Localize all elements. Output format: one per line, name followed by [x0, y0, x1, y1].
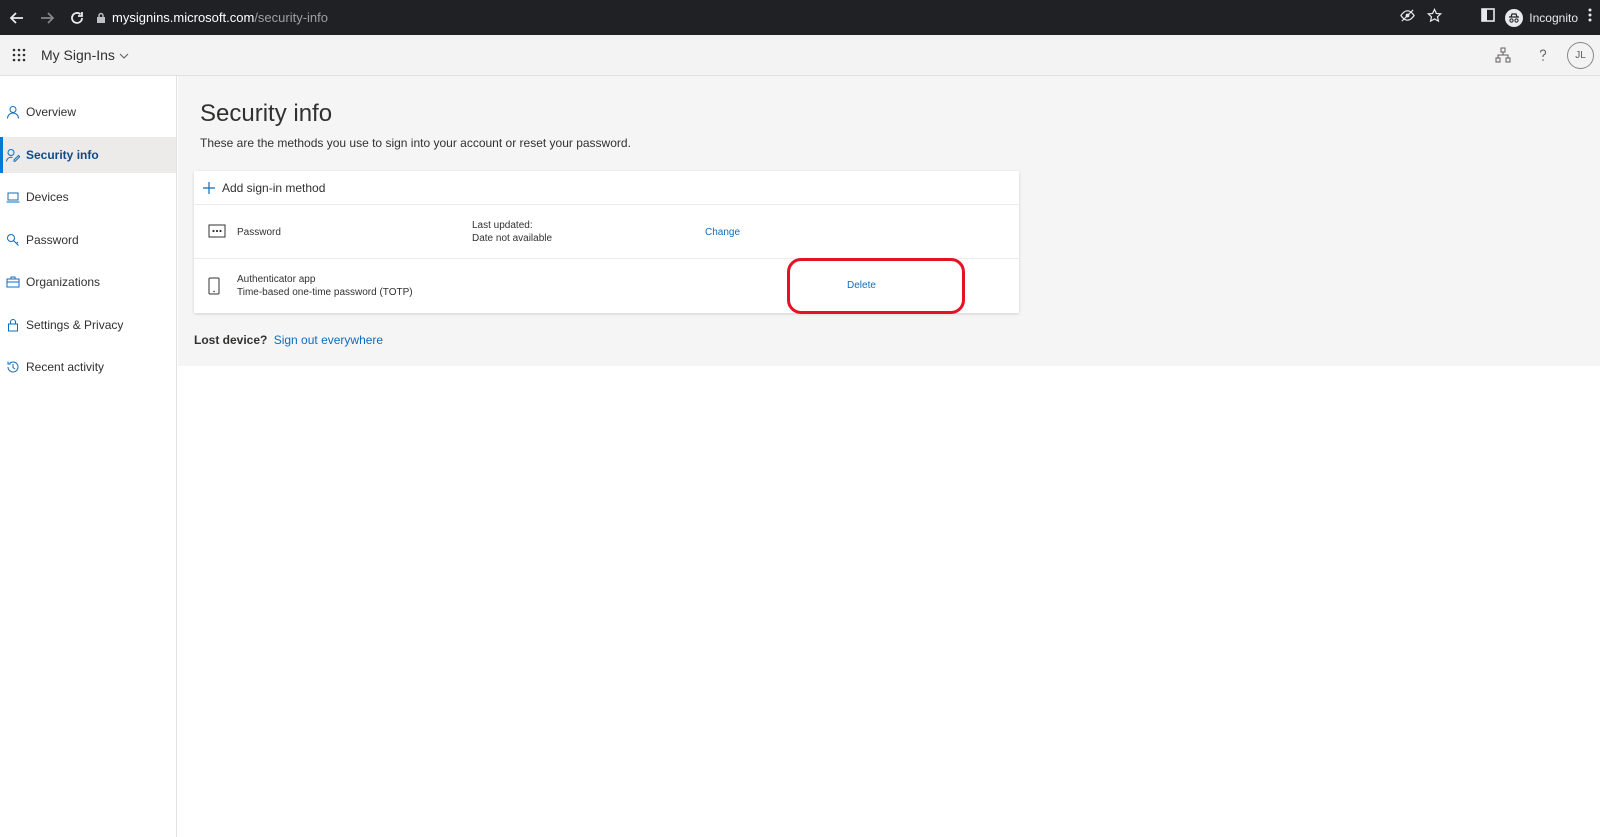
annotation-highlight-circle [787, 258, 965, 314]
sidebar-item-overview[interactable]: Overview [0, 94, 176, 130]
authenticator-detail: Time-based one-time password (TOTP) [237, 287, 413, 298]
reload-button[interactable] [64, 5, 90, 31]
laptop-icon [6, 190, 20, 204]
help-icon[interactable] [1535, 47, 1551, 63]
app-title: My Sign-Ins [41, 47, 115, 63]
sidebar-item-settings-privacy[interactable]: Settings & Privacy [0, 307, 176, 343]
reload-icon [71, 11, 83, 24]
method-row-password: Password Last updated: Date not availabl… [194, 205, 1019, 259]
sign-out-everywhere-link[interactable]: Sign out everywhere [274, 333, 383, 347]
sidebar-item-recent-activity[interactable]: Recent activity [0, 349, 176, 385]
add-sign-in-method-label: Add sign-in method [222, 180, 326, 195]
sidebar-item-label: Security info [26, 147, 99, 162]
arrow-left-icon [9, 11, 23, 24]
sidebar-item-label: Overview [26, 105, 77, 119]
incognito-label: Incognito [1529, 10, 1578, 25]
page-subtitle: These are the methods you use to sign in… [200, 136, 631, 150]
incognito-icon [1505, 8, 1524, 27]
sidebar: Overview Security info Devices Password … [0, 76, 177, 837]
method-name: Password [237, 227, 281, 238]
eye-slash-icon[interactable] [1400, 8, 1415, 28]
app-header: My Sign-Ins JL [0, 35, 1600, 76]
arrow-right-icon [41, 11, 55, 24]
page-title: Security info [200, 100, 333, 127]
password-dots-icon [208, 224, 226, 240]
sidebar-item-label: Recent activity [26, 360, 105, 374]
sidebar-item-label: Password [26, 232, 79, 247]
last-updated-label: Last updated: [472, 220, 533, 231]
person-icon [6, 105, 20, 119]
briefcase-icon [6, 275, 20, 289]
method-meta: Last updated: Date not available [472, 219, 552, 245]
sidebar-item-devices[interactable]: Devices [0, 179, 176, 215]
url-text: mysignins.microsoft.com/security-info [112, 10, 329, 25]
back-button[interactable] [4, 5, 30, 31]
lost-device-section: Lost device? Sign out everywhere [194, 333, 383, 347]
plus-icon [202, 181, 216, 195]
sidebar-item-label: Devices [26, 190, 69, 204]
org-chart-icon[interactable] [1495, 47, 1511, 63]
change-password-link[interactable]: Change [705, 227, 740, 238]
avatar[interactable]: JL [1567, 42, 1594, 69]
forward-button[interactable] [34, 5, 60, 31]
sidebar-item-password[interactable]: Password [0, 222, 176, 258]
last-updated-value: Date not available [472, 233, 553, 244]
lock-icon [90, 12, 112, 24]
incognito-indicator[interactable]: Incognito [1505, 8, 1578, 27]
key-icon [6, 233, 20, 247]
sidebar-item-security-info[interactable]: Security info [0, 136, 176, 173]
sidebar-item-organizations[interactable]: Organizations [0, 264, 176, 300]
star-icon[interactable] [1426, 7, 1443, 28]
browser-toolbar: mysignins.microsoft.com/security-info In… [0, 0, 1600, 35]
side-panel-icon[interactable] [1481, 8, 1496, 27]
lock-icon [6, 318, 20, 332]
sidebar-item-label: Settings & Privacy [26, 317, 124, 332]
app-title-dropdown[interactable]: My Sign-Ins [41, 47, 129, 63]
authenticator-name: Authenticator app [237, 274, 316, 285]
chevron-down-icon [119, 47, 129, 63]
sidebar-item-label: Organizations [26, 275, 101, 289]
method-name: Authenticator app Time-based one-time pa… [237, 273, 413, 299]
history-icon [6, 360, 20, 374]
lost-device-label: Lost device? [194, 333, 268, 347]
app-launcher-icon[interactable] [12, 48, 26, 62]
address-bar[interactable]: mysignins.microsoft.com/security-info [90, 4, 1443, 31]
security-info-icon [6, 148, 21, 162]
add-sign-in-method-button[interactable]: Add sign-in method [194, 171, 1019, 205]
kebab-menu-icon[interactable] [1588, 8, 1592, 27]
phone-icon [208, 277, 226, 295]
